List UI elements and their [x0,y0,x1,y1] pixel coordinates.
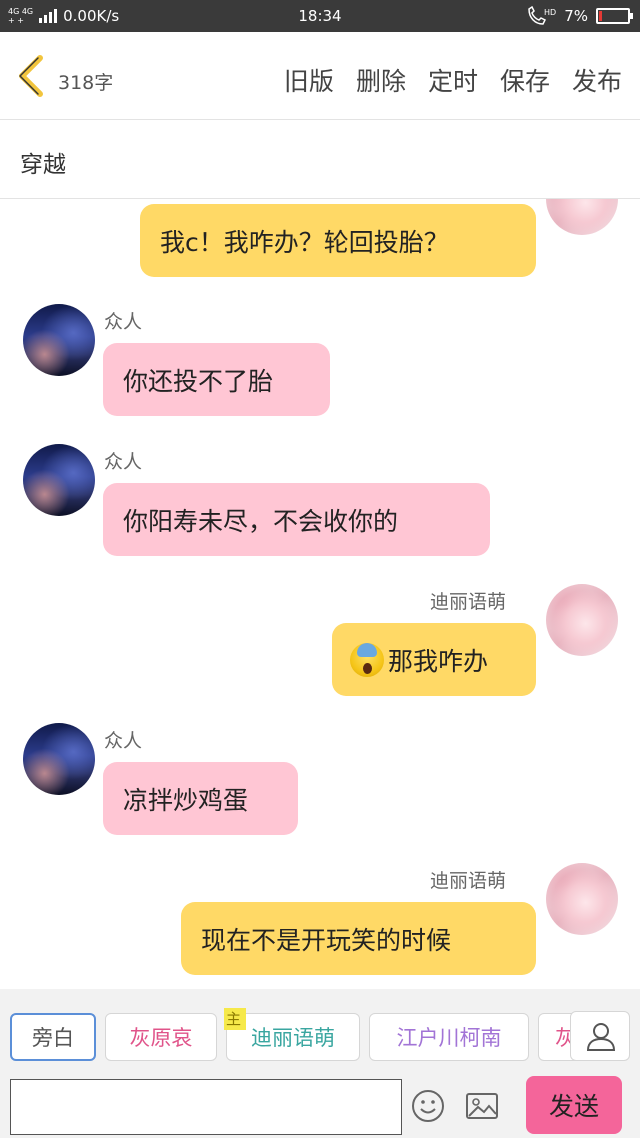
message-text: 那我咋办 [388,646,489,676]
chevron-left-icon[interactable] [12,54,52,98]
header-actions: 旧版 删除 定时 保存 发布 [284,62,622,98]
message-bubble[interactable]: 那我咋办 [332,623,536,696]
send-button[interactable]: 发送 [526,1076,622,1134]
delete-button[interactable]: 删除 [356,62,406,98]
role-label: 迪丽语萌 [251,1026,335,1050]
image-icon[interactable] [464,1088,500,1124]
add-role-button[interactable] [570,1011,630,1061]
avatar[interactable] [546,584,618,656]
battery-icon [596,8,633,24]
avatar[interactable] [23,444,95,516]
word-count: 318字 [58,72,114,94]
avatar[interactable] [23,304,95,376]
message-text: 你还投不了胎 [123,366,274,396]
role-chip-dili[interactable]: 主 迪丽语萌 [224,1008,360,1061]
avatar[interactable] [546,199,618,235]
battery-percent: 7% [564,7,588,25]
story-title-bar[interactable]: 穿越 [0,121,640,199]
message-text: 我c！我咋办？轮回投胎？ [160,227,449,257]
message-text: 现在不是开玩笑的时候 [201,925,452,955]
schedule-button[interactable]: 定时 [428,62,478,98]
publish-button[interactable]: 发布 [572,62,622,98]
sender-name: 众人 [104,311,143,333]
compose-bar: 发送 [0,1068,640,1138]
message-bubble[interactable]: 你还投不了胎 [103,343,330,416]
old-version-button[interactable]: 旧版 [284,62,334,98]
role-label: 旁白 [32,1026,74,1050]
avatar[interactable] [23,723,95,795]
message-text: 你阳寿未尽，不会收你的 [123,506,399,536]
avatar[interactable] [546,863,618,935]
role-label: 江户川柯南 [396,1026,502,1050]
role-chip-conan[interactable]: 江户川柯南 [369,1013,529,1061]
scream-emoji-icon [350,642,384,677]
message-bubble[interactable]: 现在不是开玩笑的时候 [181,902,536,975]
message-input[interactable] [10,1079,402,1135]
role-label: 灰原哀 [129,1026,193,1050]
sender-name: 迪丽语萌 [430,870,507,892]
editor-header: 318字 旧版 删除 定时 保存 发布 [0,32,640,120]
send-label: 发送 [548,1092,599,1121]
message-text: 凉拌炒鸡蛋 [123,785,249,815]
role-chip-narrator[interactable]: 旁白 [10,1013,96,1061]
role-chip-haibara[interactable]: 灰原哀 [105,1013,217,1061]
person-icon [586,1023,616,1051]
svg-text:HD: HD [544,8,556,17]
message-bubble[interactable]: 我c！我咋办？轮回投胎？ [140,204,536,277]
status-bar: 4G 4G + + 0.00K/s 18:34 HD 7% [0,0,640,32]
sender-name: 迪丽语萌 [430,591,507,613]
smiley-icon[interactable] [410,1088,446,1124]
save-button[interactable]: 保存 [500,62,550,98]
message-bubble[interactable]: 凉拌炒鸡蛋 [103,762,298,835]
role-selector: 旁白 灰原哀 主 迪丽语萌 江户川柯南 灰 [0,989,640,1079]
sender-name: 众人 [104,451,143,473]
status-right: HD 7% [526,6,633,26]
app-screen: 4G 4G + + 0.00K/s 18:34 HD 7% 318字 旧版 删除… [0,0,640,1138]
message-bubble[interactable]: 你阳寿未尽，不会收你的 [103,483,490,556]
phone-hd-icon: HD [528,6,556,25]
sender-name: 众人 [104,730,143,752]
main-role-badge-text: 主 [226,1010,242,1028]
story-title: 穿越 [20,152,66,178]
chat-area[interactable]: 我c！我咋办？轮回投胎？ 众人 你还投不了胎 众人 你阳寿未尽，不会收你的 迪丽… [0,199,640,989]
